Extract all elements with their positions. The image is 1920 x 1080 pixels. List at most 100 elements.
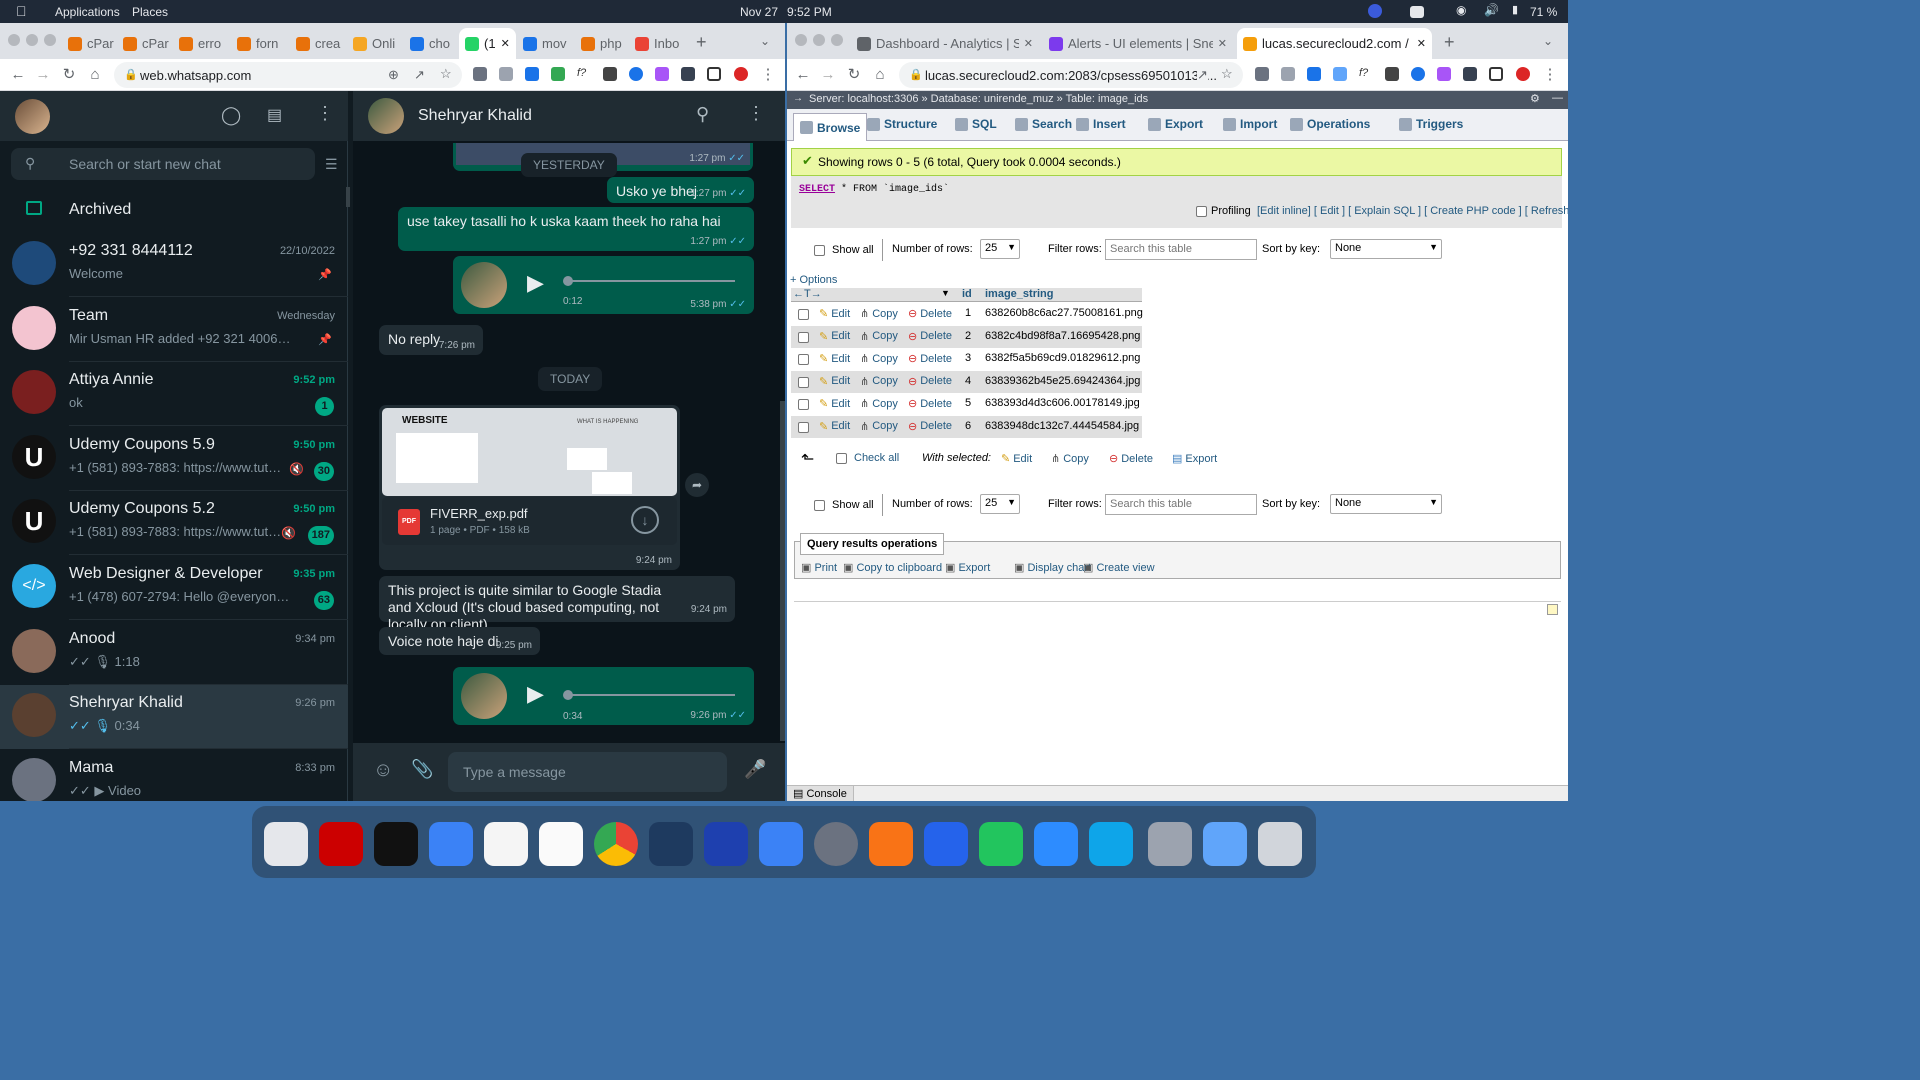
- palette-icon[interactable]: [1437, 67, 1451, 81]
- filter-input[interactable]: Search this table: [1105, 494, 1257, 515]
- sync-icon[interactable]: [629, 67, 643, 81]
- wifi-icon[interactable]: ◉: [1456, 3, 1466, 17]
- bulk-delete-button[interactable]: ⊖ Delete: [1109, 452, 1153, 466]
- new-chat-icon[interactable]: ▤: [267, 105, 282, 125]
- browser-tab[interactable]: forn: [231, 28, 289, 59]
- download-icon[interactable]: [525, 67, 539, 81]
- table-row[interactable]: ✎ Edit ⋔ Copy ⊖ Delete 3 6382f5a5b69cd9.0182961…: [791, 348, 1142, 370]
- browser-tab[interactable]: php: [575, 28, 628, 59]
- bookmark-star-icon[interactable]: ☆: [1221, 66, 1233, 82]
- row-delete-button[interactable]: ⊖ Delete: [908, 375, 952, 388]
- message-bubble[interactable]: Usko ye bhej 1:27 pm ✓✓: [607, 177, 754, 203]
- bulk-copy-button[interactable]: ⋔ Copy: [1051, 452, 1089, 466]
- window-controls[interactable]: [8, 34, 56, 46]
- sidebar-icon[interactable]: [1489, 67, 1503, 81]
- tab-triggers[interactable]: Triggers: [1399, 117, 1463, 131]
- voice-message[interactable]: ▶ 0:34 9:26 pm ✓✓: [453, 667, 754, 725]
- row-copy-button[interactable]: ⋔ Copy: [860, 330, 898, 343]
- download-icon[interactable]: ↓: [631, 506, 659, 534]
- row-checkbox[interactable]: [798, 421, 809, 433]
- browser-tab[interactable]: Dashboard - Analytics | Sn ✕: [851, 28, 1039, 59]
- bulk-edit-button[interactable]: ✎ Edit: [1001, 452, 1032, 466]
- search-input[interactable]: ⚲ Search or start new chat: [11, 148, 315, 180]
- options-link[interactable]: + Options: [790, 274, 837, 286]
- row-checkbox[interactable]: [798, 331, 809, 343]
- browser-tab[interactable]: cho: [404, 28, 458, 59]
- cell-id[interactable]: 5: [965, 397, 971, 409]
- tab-operations[interactable]: Operations: [1290, 117, 1370, 131]
- extension-icon[interactable]: [1255, 67, 1269, 81]
- reload-icon[interactable]: ↻: [59, 65, 79, 85]
- table-row[interactable]: ✎ Edit ⋔ Copy ⊖ Delete 6 6383948dc132c7.4445458…: [791, 415, 1142, 438]
- chat-item[interactable]: Shehryar Khalid ✓✓ 🎙 0:34 9:26 pm: [0, 685, 348, 750]
- notification-icon[interactable]: [1410, 6, 1424, 18]
- cell-id[interactable]: 3: [965, 352, 971, 364]
- emoji-icon[interactable]: ☺: [373, 759, 393, 782]
- gear-icon[interactable]: ⚙: [1530, 92, 1540, 105]
- message-bubble[interactable]: use takey tasalli ho k uska kaam theek h…: [398, 207, 754, 251]
- row-copy-button[interactable]: ⋔ Copy: [860, 352, 898, 366]
- row-delete-button[interactable]: ⊖ Delete: [908, 307, 952, 321]
- home-icon[interactable]: ⌂: [85, 65, 105, 85]
- chat-item[interactable]: Anood ✓✓ 🎙 1:18 9:34 pm: [0, 621, 348, 685]
- row-edit-button[interactable]: ✎ Edit: [819, 307, 850, 321]
- volume-icon[interactable]: 🔊: [1484, 3, 1499, 17]
- tab-export[interactable]: Export: [1148, 117, 1203, 131]
- cell-image-string[interactable]: 63839362b45e25.69424364.jpg: [985, 375, 1140, 387]
- browser-tab[interactable]: lucas.securecloud2.com / l ✕: [1237, 28, 1432, 59]
- qro-print-link[interactable]: ▣ Print: [801, 561, 837, 574]
- menu-kebab-icon[interactable]: ⋮: [1540, 65, 1560, 85]
- cell-id[interactable]: 1: [965, 307, 971, 319]
- qro-clipboard-link[interactable]: ▣ Copy to clipboard: [843, 561, 942, 574]
- trash-icon[interactable]: [1258, 822, 1302, 866]
- reload-icon[interactable]: ↻: [844, 65, 864, 85]
- browser-tab[interactable]: (1 ✕: [459, 28, 516, 59]
- close-tab-icon[interactable]: ✕: [1218, 37, 1227, 50]
- console-button[interactable]: ▤ Console: [787, 786, 854, 801]
- palette-icon[interactable]: [655, 67, 669, 81]
- sql-keyword[interactable]: SELECT: [799, 184, 835, 195]
- close-tab-icon[interactable]: ✕: [1024, 37, 1033, 50]
- message-bubble[interactable]: This project is quite similar to Google …: [379, 576, 735, 632]
- filter-input[interactable]: Search this table: [1105, 239, 1257, 260]
- sidebar-icon[interactable]: [707, 67, 721, 81]
- toggle-app-icon[interactable]: [759, 822, 803, 866]
- cell-image-string[interactable]: 638393d4d3c606.00178149.jpg: [985, 397, 1140, 409]
- message-bubble[interactable]: No reply 7:26 pm: [379, 325, 483, 355]
- bookmark-star-icon[interactable]: ☆: [440, 66, 452, 82]
- row-copy-button[interactable]: ⋔ Copy: [860, 375, 898, 388]
- tab-insert[interactable]: Insert: [1076, 117, 1126, 131]
- microphone-icon[interactable]: 🎤: [744, 759, 766, 780]
- chat-item[interactable]: Attiya Annie ok 9:52 pm 1: [0, 362, 348, 427]
- play-icon[interactable]: ▶: [527, 681, 544, 707]
- cell-id[interactable]: 4: [965, 375, 971, 387]
- close-tab-icon[interactable]: ✕: [1417, 37, 1426, 50]
- status-icon[interactable]: ◯: [221, 105, 241, 126]
- breadcrumb[interactable]: Server: localhost:3306 » Database: unire…: [787, 91, 1568, 109]
- battery-icon[interactable]: ▮: [1512, 3, 1518, 16]
- search-icon[interactable]: ⚲: [696, 104, 709, 125]
- cell-image-string[interactable]: 6383948dc132c7.44454584.jpg: [985, 420, 1139, 432]
- column-header-image-string[interactable]: image_string: [985, 288, 1053, 300]
- row-checkbox[interactable]: [798, 354, 809, 365]
- c-extension-icon[interactable]: [1385, 67, 1399, 81]
- archived-row[interactable]: Archived: [0, 189, 348, 233]
- table-row[interactable]: ✎ Edit ⋔ Copy ⊖ Delete 4 63839362b45e25.6942436…: [791, 370, 1142, 393]
- download-icon[interactable]: [1307, 67, 1321, 81]
- forward-icon[interactable]: ➦: [685, 473, 709, 497]
- tab-search[interactable]: Search: [1015, 117, 1072, 131]
- puzzle-icon[interactable]: [681, 67, 695, 81]
- vlc-icon[interactable]: [869, 822, 913, 866]
- show-all-checkbox[interactable]: [814, 500, 825, 511]
- automator-icon[interactable]: [1148, 822, 1192, 866]
- zoom-icon[interactable]: [1034, 822, 1078, 866]
- row-delete-button[interactable]: ⊖ Delete: [908, 330, 952, 343]
- clock-label[interactable]: 9:52 PM: [787, 5, 832, 19]
- word-icon[interactable]: [924, 822, 968, 866]
- chat-item[interactable]: +92 331 8444112 Welcome 22/10/2022 📌: [0, 233, 348, 297]
- back-icon[interactable]: ←: [8, 65, 28, 85]
- malwarebytes-icon[interactable]: [704, 822, 748, 866]
- row-copy-button[interactable]: ⋔ Copy: [860, 397, 898, 411]
- browser-tab[interactable]: Onli: [347, 28, 403, 59]
- browser-tab[interactable]: cPar: [117, 28, 172, 59]
